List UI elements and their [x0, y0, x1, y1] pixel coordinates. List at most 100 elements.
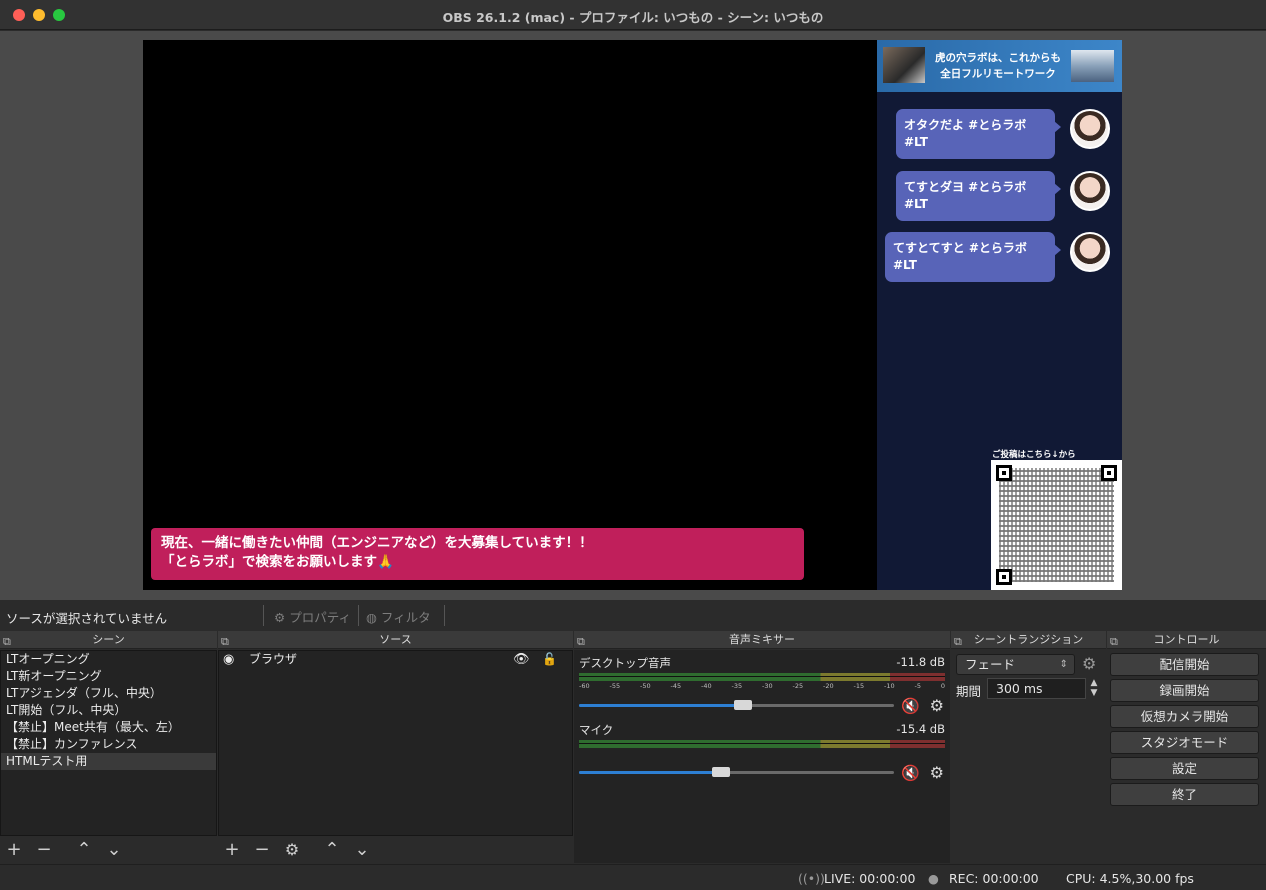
- mixer-body: デスクトップ音声 -11.8 dB -60 -55 -50 -45 -40 -35 -30-…: [574, 650, 950, 863]
- move-up-button[interactable]: ⌃: [73, 840, 95, 860]
- transitions-header: ⧉ シーントランジション: [951, 631, 1106, 649]
- audio-mixer-dock: ⧉ 音声ミキサー デスクトップ音声 -11.8 dB -60 -55 -50 -45-…: [574, 631, 950, 863]
- ticker-line-2: 「とらラボ」で検索をお願いします🙏: [161, 554, 394, 570]
- channel-db: -15.4 dB: [896, 722, 945, 736]
- move-down-button[interactable]: ⌄: [103, 840, 125, 860]
- channel-name: デスクトップ音声: [579, 656, 671, 670]
- slider-handle[interactable]: [711, 767, 730, 777]
- preview-canvas[interactable]: 虎の穴ラボは、これからも 全日フルリモートワーク オタクだよ #とらラボ #LT…: [143, 40, 1122, 590]
- preview-area: 虎の穴ラボは、これからも 全日フルリモートワーク オタクだよ #とらラボ #LT…: [0, 31, 1266, 600]
- scenes-title: シーン: [92, 633, 125, 646]
- chat-bubble: てすとダヨ #とらラボ #LT: [896, 171, 1061, 221]
- banner-photo-right: [1071, 50, 1114, 82]
- remove-source-button[interactable]: −: [251, 840, 273, 860]
- studio-mode-button[interactable]: スタジオモード: [1110, 731, 1259, 754]
- scenes-header: ⧉ シーン: [0, 631, 217, 649]
- transitions-dock: ⧉ シーントランジション フェード ⇕ ⚙ 期間 300 ms ▲ ▼: [951, 631, 1106, 863]
- status-bar: ((•)) LIVE: 00:00:00 ● REC: 00:00:00 CPU…: [0, 864, 1266, 890]
- sources-footer: + − ⚙ ⌃ ⌄: [218, 837, 573, 863]
- properties-button[interactable]: ⚙ プロパティ: [274, 607, 351, 626]
- transitions-title: シーントランジション: [973, 633, 1084, 646]
- scene-item[interactable]: LTアジェンダ（フル、中央）: [1, 685, 216, 702]
- avatar: [1070, 232, 1110, 272]
- broadcast-icon: ((•)): [798, 871, 825, 886]
- gear-icon[interactable]: ⚙: [930, 763, 944, 782]
- start-streaming-button[interactable]: 配信開始: [1110, 653, 1259, 676]
- remove-scene-button[interactable]: −: [33, 840, 55, 860]
- scale-tick: -10: [884, 682, 895, 690]
- exit-button[interactable]: 終了: [1110, 783, 1259, 806]
- volume-slider[interactable]: [579, 700, 894, 710]
- settings-button[interactable]: 設定: [1110, 757, 1259, 780]
- scale-tick: -55: [609, 682, 621, 690]
- sources-header: ⧉ ソース: [218, 631, 573, 649]
- scale-tick: -25: [792, 682, 804, 690]
- banner-line-2: 全日フルリモートワーク: [940, 68, 1056, 80]
- chat-bubble: オタクだよ #とらラボ #LT: [896, 109, 1061, 159]
- filters-label: フィルタ: [380, 610, 431, 625]
- lock-icon[interactable]: 🔓: [542, 651, 557, 668]
- undock-icon[interactable]: ⧉: [1110, 633, 1118, 651]
- scale-tick: -15: [853, 682, 865, 690]
- qr-label: ご投稿はこちら↓から: [992, 450, 1076, 460]
- duration-label: 期間: [956, 684, 982, 699]
- undock-icon[interactable]: ⧉: [221, 633, 229, 651]
- banner-text: 虎の穴ラボは、これからも 全日フルリモートワーク: [927, 50, 1069, 82]
- filters-button[interactable]: ◍ フィルタ: [366, 607, 431, 626]
- mixer-title: 音声ミキサー: [729, 633, 795, 646]
- ticker-line-1: 現在、一緒に働きたい仲間（エンジニアなど）を大募集しています！！: [161, 535, 593, 551]
- duration-field[interactable]: 300 ms: [987, 678, 1086, 699]
- scene-item[interactable]: 【禁止】Meet共有（最大、左）: [1, 719, 216, 736]
- source-properties-button[interactable]: ⚙: [281, 840, 303, 860]
- title-bar: OBS 26.1.2 (mac) - プロファイル: いつもの - シーン: い…: [0, 0, 1266, 30]
- record-dot-icon: ●: [928, 871, 939, 886]
- rec-timer: REC: 00:00:00: [949, 871, 1039, 886]
- window-title: OBS 26.1.2 (mac) - プロファイル: いつもの - シーン: い…: [442, 10, 824, 25]
- source-item[interactable]: ◉ ブラウザ 👁 🔓: [219, 651, 572, 668]
- divider: [444, 605, 445, 626]
- scenes-dock: ⧉ シーン LTオープニング LT新オープニング LTアジェンダ（フル、中央） …: [0, 631, 217, 863]
- eye-icon[interactable]: 👁: [513, 651, 530, 668]
- move-down-button[interactable]: ⌄: [351, 840, 373, 860]
- scene-item[interactable]: LT新オープニング: [1, 668, 216, 685]
- scene-item-selected[interactable]: HTMLテスト用: [1, 753, 216, 770]
- undock-icon[interactable]: ⧉: [577, 633, 585, 651]
- scene-list[interactable]: LTオープニング LT新オープニング LTアジェンダ（フル、中央） LT開始（フ…: [0, 650, 217, 836]
- source-toolbar: ソースが選択されていません ⚙ プロパティ ◍ フィルタ: [0, 601, 1266, 630]
- qr-finder: [1101, 465, 1117, 481]
- scene-item[interactable]: LT開始（フル、中央）: [1, 702, 216, 719]
- banner: 虎の穴ラボは、これからも 全日フルリモートワーク: [877, 40, 1122, 92]
- scene-item[interactable]: 【禁止】カンファレンス: [1, 736, 216, 753]
- undock-icon[interactable]: ⧉: [3, 633, 11, 651]
- chat-overlay: 虎の穴ラボは、これからも 全日フルリモートワーク オタクだよ #とらラボ #LT…: [877, 40, 1122, 590]
- qr-pattern: [999, 468, 1114, 582]
- avatar: [1070, 171, 1110, 211]
- transition-select[interactable]: フェード ⇕: [956, 654, 1075, 675]
- controls-title: コントロール: [1153, 633, 1220, 646]
- slider-handle[interactable]: [733, 700, 752, 710]
- gear-icon[interactable]: ⚙: [930, 696, 944, 715]
- start-virtual-camera-button[interactable]: 仮想カメラ開始: [1110, 705, 1259, 728]
- avatar: [1070, 109, 1110, 149]
- move-up-button[interactable]: ⌃: [321, 840, 343, 860]
- scale-tick: -60: [579, 682, 590, 690]
- gear-icon: ⚙: [274, 610, 286, 625]
- add-scene-button[interactable]: +: [3, 840, 25, 860]
- source-list[interactable]: ◉ ブラウザ 👁 🔓: [218, 650, 573, 836]
- start-recording-button[interactable]: 録画開始: [1110, 679, 1259, 702]
- volume-slider[interactable]: [579, 767, 894, 777]
- undock-icon[interactable]: ⧉: [954, 633, 962, 651]
- mute-icon[interactable]: 🔇: [901, 697, 920, 715]
- divider: [263, 605, 264, 626]
- duration-stepper[interactable]: ▲ ▼: [1087, 678, 1101, 699]
- add-source-button[interactable]: +: [221, 840, 243, 860]
- banner-photo-left: [883, 47, 925, 83]
- controls-header: ⧉ コントロール: [1107, 631, 1266, 649]
- scale-tick: -20: [823, 682, 834, 690]
- scene-item[interactable]: LTオープニング: [1, 651, 216, 668]
- mute-icon[interactable]: 🔇: [901, 764, 920, 782]
- scale-tick: -35: [731, 682, 743, 690]
- mixer-channel-mic: マイク -15.4 dB 🔇 ⚙: [578, 722, 946, 784]
- scale-tick: -50: [640, 682, 651, 690]
- gear-icon[interactable]: ⚙: [1082, 654, 1096, 673]
